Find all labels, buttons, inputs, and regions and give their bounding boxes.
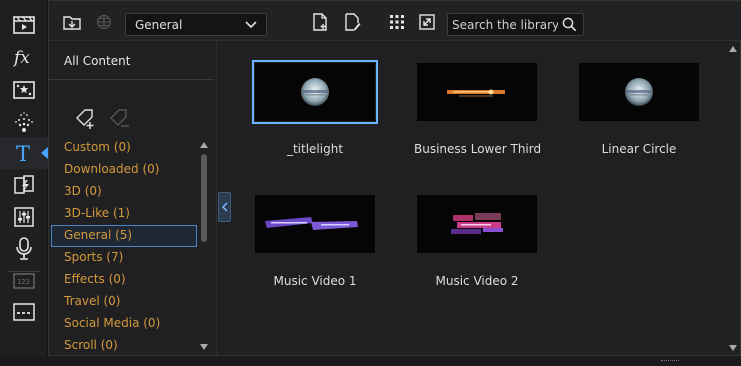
media-room-button[interactable] <box>0 8 48 40</box>
resize-grip[interactable] <box>661 360 679 363</box>
globe-thumbnail-art <box>301 78 329 106</box>
search-input[interactable] <box>448 14 558 35</box>
modify-title-button[interactable] <box>343 13 361 31</box>
particle-room-button[interactable] <box>0 106 48 138</box>
new-document-icon <box>313 13 327 31</box>
expand-icon <box>419 14 435 30</box>
view-mode-button[interactable] <box>388 13 406 31</box>
thumbnail-frame <box>414 192 540 256</box>
thumbnail-frame <box>252 192 378 256</box>
category-item-selected[interactable]: General (5) <box>51 225 197 247</box>
library-scrollbar[interactable] <box>727 42 739 355</box>
library-item-label: Music Video 2 <box>435 274 519 288</box>
category-sidebar: All Content Custom (0) Downloaded (0) 3D… <box>49 42 217 355</box>
library-toolbar: General <box>49 1 741 41</box>
fx-room-button[interactable]: fx <box>0 41 48 73</box>
category-item[interactable]: 3D (0) <box>51 181 197 203</box>
all-content-item[interactable]: All Content <box>64 54 130 68</box>
import-button[interactable] <box>63 13 81 31</box>
thumbnail-frame <box>252 60 378 124</box>
edit-document-icon <box>344 13 360 31</box>
category-scrollbar[interactable] <box>199 139 209 353</box>
library-item-label: Business Lower Third <box>414 142 542 156</box>
category-item[interactable]: Social Media (0) <box>51 313 197 335</box>
library-item[interactable]: Business Lower Third <box>414 60 542 156</box>
thumbnail <box>417 195 537 253</box>
subtitle-room-icon <box>13 303 35 321</box>
voiceover-room-button[interactable] <box>0 233 48 265</box>
category-item[interactable]: Scroll (0) <box>51 335 197 357</box>
ribbon-thumbnail-art <box>265 217 358 230</box>
category-dropdown-value: General <box>135 18 183 32</box>
enlarge-thumbnail-button[interactable] <box>418 13 436 31</box>
grid-view-icon <box>390 15 404 29</box>
thumbnail-frame <box>414 60 540 124</box>
transition-room-button[interactable] <box>0 169 48 201</box>
category-item[interactable]: Custom (0) <box>51 137 197 159</box>
audio-mixing-room-icon <box>14 207 34 227</box>
category-item[interactable]: Sports (7) <box>51 247 197 269</box>
globe-icon <box>96 14 112 30</box>
svg-text:T: T <box>16 142 30 164</box>
scroll-down-arrow-icon[interactable] <box>200 344 208 350</box>
library-item[interactable]: Linear Circle <box>576 60 702 156</box>
create-new-title-button[interactable] <box>311 13 329 31</box>
thumbnail-frame <box>576 60 702 124</box>
library-item[interactable]: _titlelight <box>252 60 378 156</box>
fx-room-icon: fx <box>12 48 30 67</box>
scroll-down-arrow-icon[interactable] <box>729 345 737 351</box>
scroll-up-arrow-icon[interactable] <box>200 142 208 148</box>
category-item[interactable]: 3D-Like (1) <box>51 203 197 225</box>
chevron-down-icon <box>245 21 257 29</box>
library-item-label: _titlelight <box>286 142 344 156</box>
svg-text:fx: fx <box>12 48 30 67</box>
title-room-button[interactable]: T <box>0 137 48 169</box>
import-folder-icon <box>63 16 81 30</box>
title-library-grid: _titlelight Business Lower Third Linear … <box>219 42 727 355</box>
microphone-icon <box>16 237 32 260</box>
thumbnail <box>255 195 375 253</box>
subtitle-room-button[interactable] <box>0 296 48 328</box>
scrollbar-thumb[interactable] <box>201 154 207 242</box>
library-item-label: Linear Circle <box>601 142 677 156</box>
scroll-up-arrow-icon[interactable] <box>729 46 737 52</box>
svg-text:123: 123 <box>17 278 30 286</box>
room-rail: fx T 123 <box>0 0 48 356</box>
media-room-icon <box>13 16 35 34</box>
category-item[interactable]: Effects (0) <box>51 269 197 291</box>
remove-tag-icon[interactable] <box>109 108 131 130</box>
title-room-icon: T <box>16 142 30 164</box>
sidebar-divider <box>49 79 214 80</box>
thumbnail <box>255 63 375 121</box>
search-icon[interactable] <box>562 17 577 32</box>
globe-thumbnail-art <box>625 78 653 106</box>
library-item[interactable]: Music Video 1 <box>252 192 378 288</box>
category-item[interactable]: Travel (0) <box>51 291 197 313</box>
active-indicator <box>41 147 48 159</box>
audio-mixing-room-button[interactable] <box>0 201 48 233</box>
chapter-room-icon: 123 <box>13 273 35 289</box>
pip-room-icon <box>13 81 35 99</box>
library-item-label: Music Video 1 <box>273 274 357 288</box>
thumbnail <box>579 63 699 121</box>
thumbnail <box>417 63 537 121</box>
download-online-button[interactable] <box>95 13 113 31</box>
pip-room-button[interactable] <box>0 74 48 106</box>
title-room-panel: General All Content Custom (0) Downloade… <box>48 0 741 356</box>
chapter-room-button[interactable]: 123 <box>0 265 48 297</box>
glitch-thumbnail-art <box>451 213 503 234</box>
category-dropdown[interactable]: General <box>125 13 267 36</box>
search-box <box>447 13 584 36</box>
lower-third-thumbnail-art <box>447 89 505 97</box>
category-item[interactable]: Downloaded (0) <box>51 159 197 181</box>
transition-room-icon <box>14 175 34 194</box>
library-item[interactable]: Music Video 2 <box>414 192 540 288</box>
particle-room-icon <box>15 112 33 132</box>
add-tag-icon[interactable] <box>75 108 97 130</box>
category-list: Custom (0) Downloaded (0) 3D (0) 3D-Like… <box>51 137 197 357</box>
